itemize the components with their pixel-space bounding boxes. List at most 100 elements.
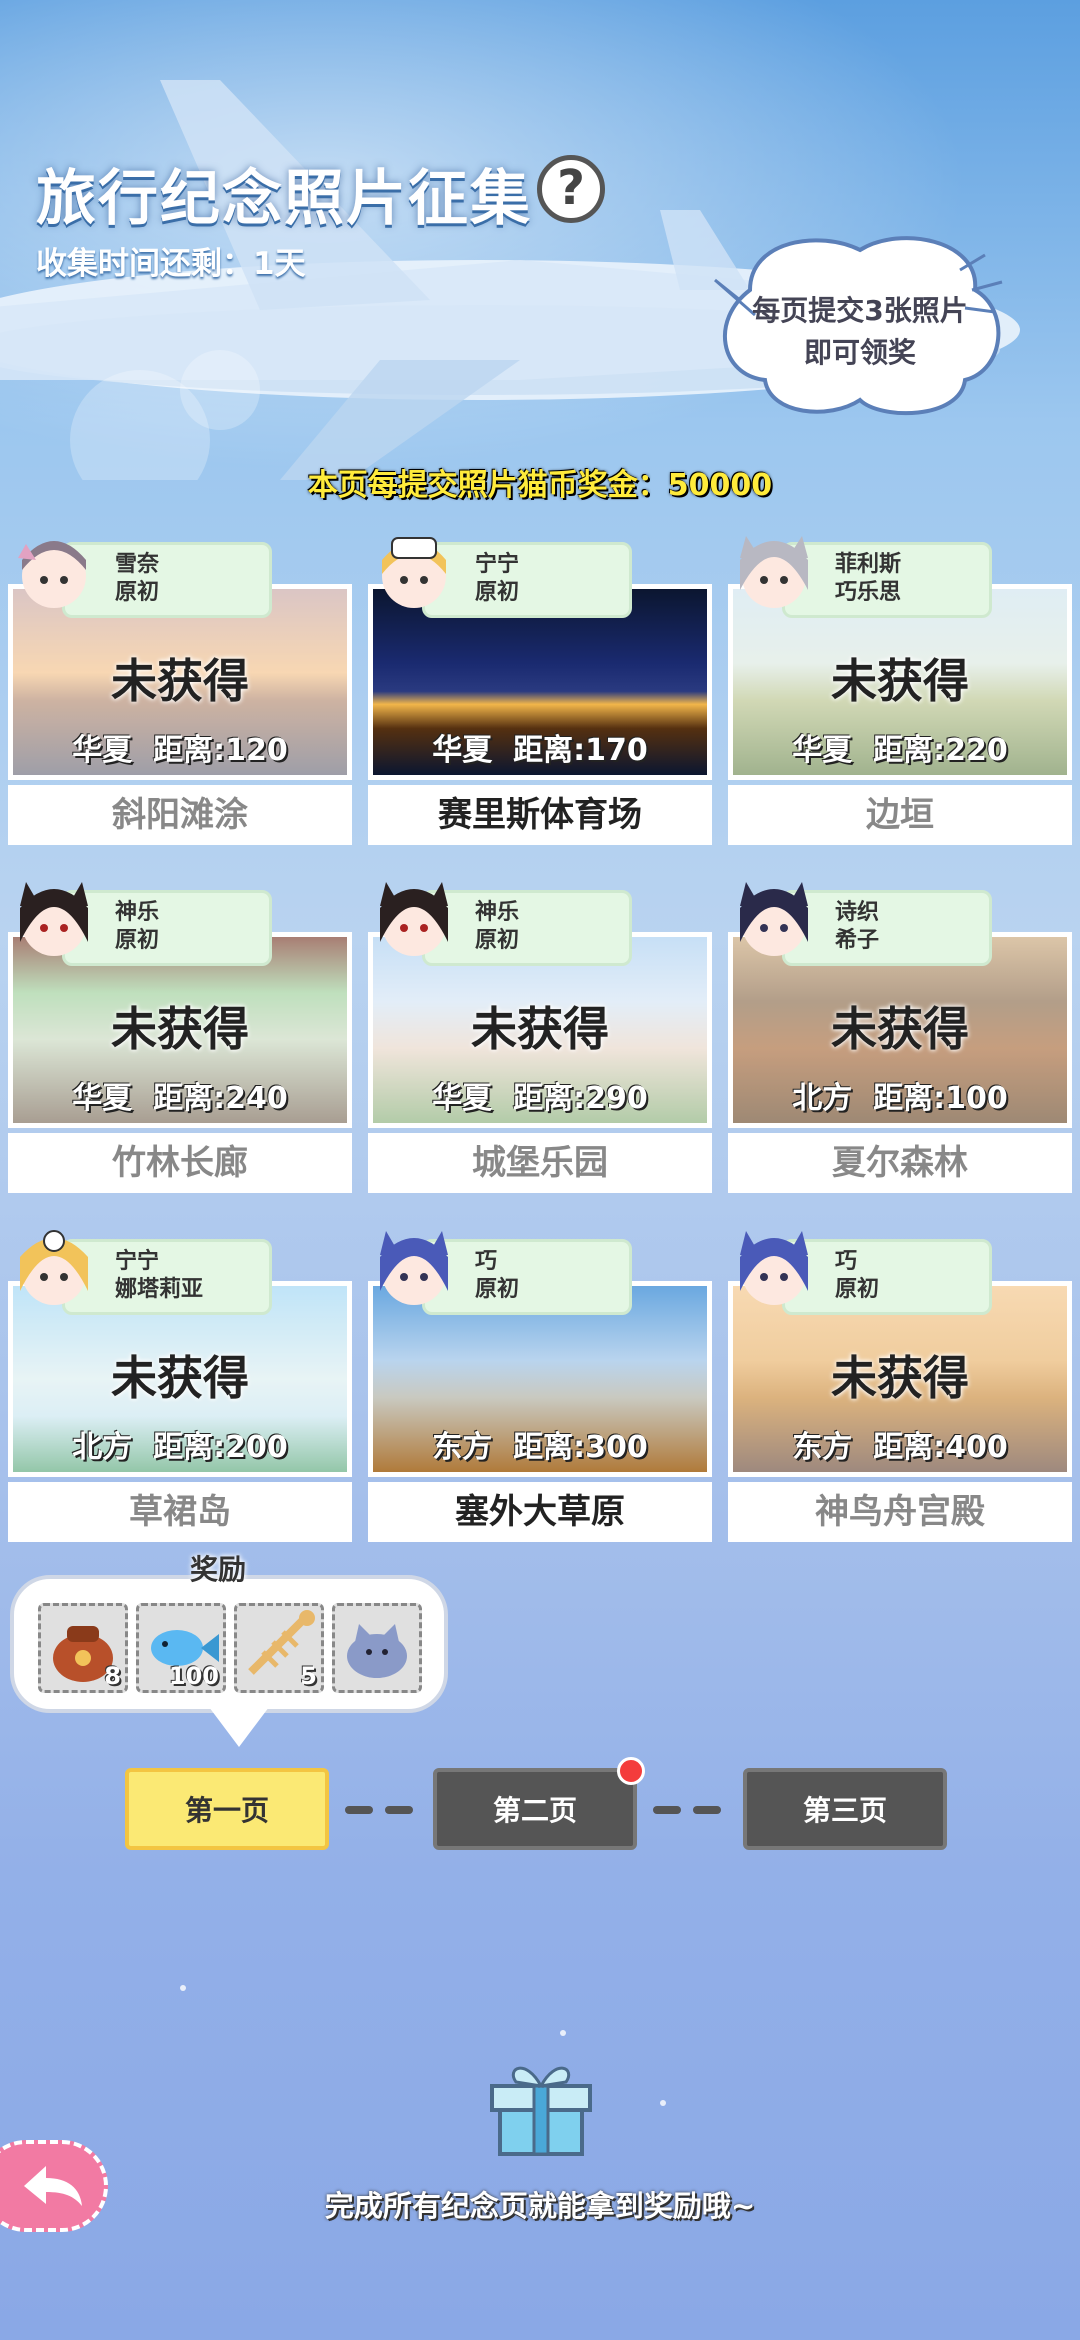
gift-box-icon[interactable]: [486, 2048, 596, 2158]
character-avatar-icon: [20, 882, 88, 956]
photo-card[interactable]: 未获得 华夏 距离:240 竹林长廊 神乐原初: [8, 878, 352, 1198]
reward-count: 100: [168, 1662, 219, 1690]
sparkle: [560, 2030, 566, 2036]
character-subname: 原初: [475, 1277, 520, 1302]
character-name: 巧: [475, 1249, 498, 1274]
character-name: 雪奈: [115, 552, 160, 577]
photo-card[interactable]: 未获得 华夏 距离:120 斜阳滩涂 雪奈原初: [8, 530, 352, 850]
status-label: 未获得: [111, 1351, 249, 1405]
photo-card[interactable]: 未获得 华夏 距离:220 边垣 菲利斯 巧乐思: [728, 530, 1072, 850]
distance-label: 距离:100: [873, 1081, 1008, 1116]
page-title: 旅行纪念照片征集: [36, 164, 532, 234]
character-name: 菲利斯: [835, 552, 902, 577]
character-avatar-icon: [380, 882, 448, 956]
location-name: 斜阳滩涂: [8, 785, 352, 845]
status-label: 未获得: [111, 654, 249, 708]
speech-bubble-text: 每页提交3张照片 即可领奖: [720, 290, 1000, 374]
back-button[interactable]: [0, 2140, 108, 2232]
photo-card[interactable]: 未获得 北方 距离:200 草裙岛 宁宁娜塔莉亚: [8, 1227, 352, 1547]
character-avatar-icon: [740, 536, 808, 608]
sparkle: [660, 2100, 666, 2106]
location-name: 夏尔森林: [728, 1133, 1072, 1193]
distance-info: 华夏 距离:170: [373, 725, 707, 769]
character-subname: 娜塔莉亚: [115, 1277, 204, 1302]
page-2-button[interactable]: 第二页: [433, 1768, 637, 1850]
bubble-line-1: 每页提交3张照片: [752, 294, 968, 327]
help-button[interactable]: ?: [537, 155, 605, 223]
region-label: 华夏: [792, 733, 853, 768]
page-connector: [345, 1806, 373, 1814]
reward-popup: 8 100 5: [10, 1575, 448, 1747]
page-connector: [653, 1806, 681, 1814]
completion-hint: 完成所有纪念页就能拿到奖励哦~: [324, 2189, 756, 2223]
region-label: 华夏: [432, 733, 493, 768]
distance-info: 华夏 距离:220: [733, 725, 1067, 769]
distance-info: 东方 距离:300: [373, 1422, 707, 1466]
reward-item[interactable]: 8: [38, 1603, 128, 1693]
photo-card[interactable]: 未获得 北方 距离:100 夏尔森林 诗织希子: [728, 878, 1072, 1198]
page-reward-info: 本页每提交照片猫币奖金：50000: [307, 468, 773, 503]
location-name: 竹林长廊: [8, 1133, 352, 1193]
distance-label: 距离:290: [513, 1081, 648, 1116]
character-subname: 原初: [475, 928, 520, 953]
region-label: 北方: [792, 1081, 853, 1116]
photo-card[interactable]: 未获得 东方 距离:400 神鸟舟宫殿 巧原初: [728, 1227, 1072, 1547]
reward-item[interactable]: 5: [234, 1603, 324, 1693]
character-name: 神乐: [115, 900, 160, 925]
distance-info: 北方 距离:100: [733, 1073, 1067, 1117]
distance-label: 距离:300: [513, 1430, 648, 1465]
location-name: 塞外大草原: [368, 1482, 712, 1542]
distance-label: 距离:200: [153, 1430, 288, 1465]
character-name: 宁宁: [115, 1249, 160, 1274]
page-3-button[interactable]: 第三页: [743, 1768, 947, 1850]
distance-info: 东方 距离:400: [733, 1422, 1067, 1466]
distance-info: 华夏 距离:240: [13, 1073, 347, 1117]
notification-dot: [617, 1757, 645, 1785]
region-label: 华夏: [72, 733, 133, 768]
distance-label: 距离:120: [153, 733, 288, 768]
status-label: 未获得: [111, 1002, 249, 1056]
location-name: 草裙岛: [8, 1482, 352, 1542]
reward-item[interactable]: 100: [136, 1603, 226, 1693]
photo-card[interactable]: 华夏 距离:170 赛里斯体育场 宁宁 原初: [368, 530, 712, 850]
region-label: 北方: [72, 1430, 133, 1465]
character-subname: 原初: [115, 928, 160, 953]
character-subname: 原初: [115, 580, 160, 605]
character-subname: 巧乐思: [835, 580, 902, 605]
sparkle: [180, 1985, 186, 1991]
region-label: 东方: [792, 1430, 853, 1465]
distance-label: 距离:220: [873, 733, 1008, 768]
status-label: 未获得: [831, 1351, 969, 1405]
character-avatar-icon: [380, 1231, 448, 1305]
reward-item[interactable]: [332, 1603, 422, 1693]
distance-info: 北方 距离:200: [13, 1422, 347, 1466]
status-label: 未获得: [471, 1002, 609, 1056]
back-arrow-icon: [24, 2166, 82, 2206]
bubble-line-2: 即可领奖: [803, 336, 916, 369]
page-1-button[interactable]: 第一页: [125, 1768, 329, 1850]
character-subname: 希子: [835, 928, 880, 953]
character-avatar-icon: [740, 1231, 808, 1305]
photo-card[interactable]: 未获得 华夏 距离:290 城堡乐园 神乐 原初: [368, 878, 712, 1198]
cat-blob-icon: [347, 1624, 407, 1678]
status-label: 未获得: [831, 1002, 969, 1056]
character-avatar-icon: [740, 882, 808, 956]
distance-label: 距离:400: [873, 1430, 1008, 1465]
character-name: 宁宁: [475, 552, 520, 577]
character-avatar-icon: [20, 1230, 88, 1305]
character-subname: 原初: [475, 580, 520, 605]
location-name: 城堡乐园: [368, 1133, 712, 1193]
distance-info: 华夏 距离:120: [13, 725, 347, 769]
distance-label: 距离:240: [153, 1081, 288, 1116]
status-label: 未获得: [831, 654, 969, 708]
character-avatar-icon: [18, 541, 86, 608]
location-name: 神鸟舟宫殿: [728, 1482, 1072, 1542]
page-connector: [693, 1806, 721, 1814]
photo-card[interactable]: 东方 距离:300 塞外大草原 巧原初: [368, 1227, 712, 1547]
reward-count: 8: [104, 1662, 121, 1690]
distance-info: 华夏 距离:290: [373, 1073, 707, 1117]
character-subname: 原初: [835, 1277, 880, 1302]
character-avatar-icon: [382, 537, 446, 608]
character-name: 诗织: [835, 900, 880, 925]
reward-label: 奖励: [190, 1553, 247, 1586]
